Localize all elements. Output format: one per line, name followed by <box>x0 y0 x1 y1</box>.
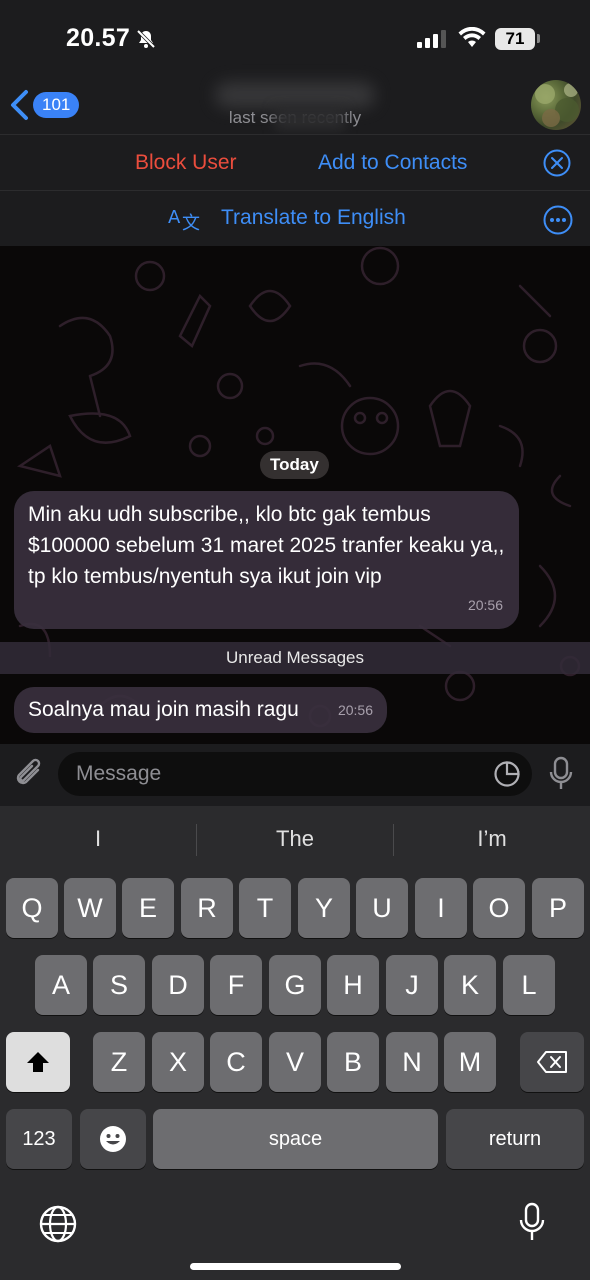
key-y[interactable]: Y <box>298 878 350 938</box>
key-j[interactable]: J <box>386 955 438 1015</box>
return-key[interactable]: return <box>446 1109 584 1169</box>
avatar[interactable] <box>531 80 581 130</box>
key-g[interactable]: G <box>269 955 321 1015</box>
key-q[interactable]: Q <box>6 878 58 938</box>
key-m[interactable]: M <box>444 1032 496 1092</box>
incoming-message[interactable]: Min aku udh subscribe,, klo btc gak temb… <box>14 491 519 629</box>
emoji-key[interactable] <box>80 1109 146 1169</box>
globe-icon[interactable] <box>38 1204 78 1244</box>
more-icon[interactable] <box>543 205 573 235</box>
status-time: 20.57 <box>66 24 131 52</box>
key-o[interactable]: O <box>473 878 525 938</box>
backspace-key[interactable] <box>520 1032 584 1092</box>
key-b[interactable]: B <box>327 1032 379 1092</box>
chat-area[interactable]: Today Min aku udh subscribe,, klo btc ga… <box>0 246 590 744</box>
avatar-image <box>535 83 579 127</box>
suggestion-item[interactable]: The <box>197 826 393 852</box>
translate-bar: A 文 Translate to English <box>0 190 590 246</box>
key-w[interactable]: W <box>64 878 116 938</box>
keyboard: I The I’m Q W E R T Y U I O P A S D F G … <box>0 806 590 1280</box>
suggestion-item[interactable]: I’m <box>394 826 590 852</box>
key-c[interactable]: C <box>210 1032 262 1092</box>
attach-icon[interactable] <box>14 758 46 792</box>
key-d[interactable]: D <box>152 955 204 1015</box>
message-text: Min aku udh subscribe,, klo btc gak temb… <box>28 503 505 588</box>
key-t[interactable]: T <box>239 878 291 938</box>
incoming-message[interactable]: Soalnya mau join masih ragu 20:56 <box>14 687 387 733</box>
key-a[interactable]: A <box>35 955 87 1015</box>
bell-slash-icon <box>136 29 156 49</box>
chat-header: 101 last seen recently <box>0 80 590 134</box>
key-p[interactable]: P <box>532 878 584 938</box>
message-time: 20:56 <box>337 702 373 718</box>
suggestion-bar: I The I’m <box>0 806 590 872</box>
translate-button[interactable]: Translate to English <box>221 206 406 230</box>
numbers-key[interactable]: 123 <box>6 1109 72 1169</box>
contact-action-bar: Block User Add to Contacts <box>0 134 590 190</box>
shift-icon <box>27 1052 49 1072</box>
dictation-mic-icon[interactable] <box>518 1202 546 1244</box>
message-input[interactable] <box>76 752 476 796</box>
svg-text:A: A <box>168 207 181 228</box>
mic-icon[interactable] <box>548 756 574 792</box>
emoji-icon <box>100 1126 126 1152</box>
status-blur <box>275 108 345 130</box>
svg-text:文: 文 <box>182 213 200 233</box>
wifi-icon <box>458 27 486 47</box>
date-divider: Today <box>260 451 329 479</box>
message-text: Soalnya mau join masih ragu <box>28 698 299 721</box>
shift-key[interactable] <box>6 1032 70 1092</box>
battery-tip <box>537 34 540 43</box>
translate-icon[interactable]: A 文 <box>168 203 204 233</box>
sticker-icon[interactable] <box>493 760 521 788</box>
close-icon[interactable] <box>543 149 571 177</box>
key-r[interactable]: R <box>181 878 233 938</box>
key-v[interactable]: V <box>269 1032 321 1092</box>
message-input-bar <box>0 744 590 806</box>
message-time: 20:56 <box>467 597 503 613</box>
key-l[interactable]: L <box>503 955 555 1015</box>
key-n[interactable]: N <box>386 1032 438 1092</box>
key-x[interactable]: X <box>152 1032 204 1092</box>
message-field[interactable] <box>58 752 532 796</box>
home-indicator[interactable] <box>190 1263 401 1270</box>
key-e[interactable]: E <box>122 878 174 938</box>
key-z[interactable]: Z <box>93 1032 145 1092</box>
contact-name[interactable] <box>215 82 375 108</box>
unread-messages-divider: Unread Messages <box>0 642 590 674</box>
signal-icon <box>417 30 446 48</box>
block-user-button[interactable]: Block User <box>135 151 237 175</box>
key-h[interactable]: H <box>327 955 379 1015</box>
key-s[interactable]: S <box>93 955 145 1015</box>
key-f[interactable]: F <box>210 955 262 1015</box>
add-to-contacts-button[interactable]: Add to Contacts <box>318 151 467 175</box>
battery-indicator: 71 <box>495 28 535 50</box>
key-u[interactable]: U <box>356 878 408 938</box>
key-i[interactable]: I <box>415 878 467 938</box>
key-k[interactable]: K <box>444 955 496 1015</box>
backspace-icon <box>537 1051 567 1073</box>
space-key[interactable]: space <box>153 1109 438 1169</box>
status-bar: 20.57 71 <box>0 0 590 80</box>
suggestion-item[interactable]: I <box>0 826 196 852</box>
